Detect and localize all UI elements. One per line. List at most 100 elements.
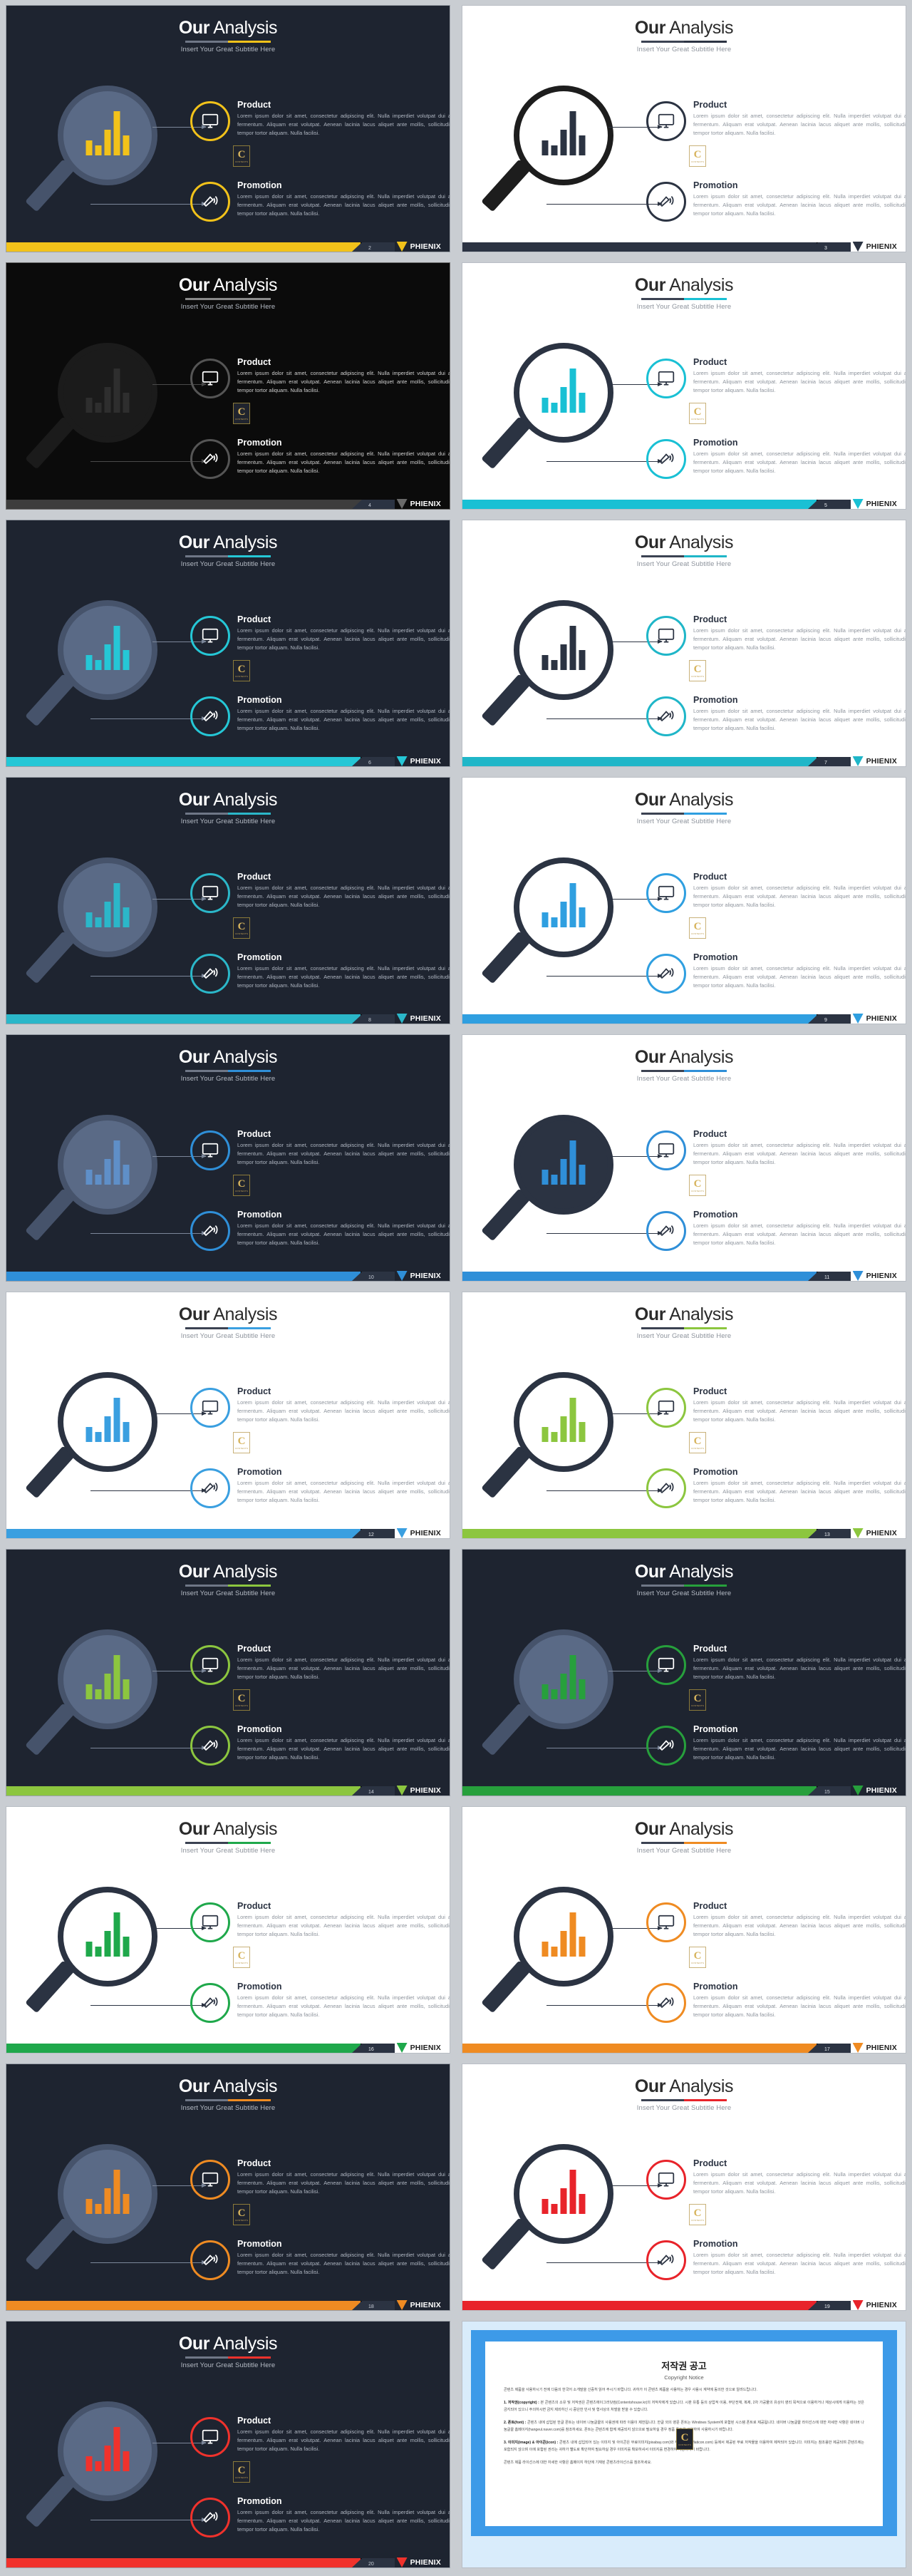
list-item[interactable]: Promotion Lorem ipsum dolor sit amet, co… [190, 2237, 450, 2280]
slide-cell[interactable]: Our Analysis Insert Your Great Subtitle … [0, 1029, 456, 1287]
slide-cell[interactable]: Our Analysis Insert Your Great Subtitle … [0, 2316, 456, 2573]
slide-cell[interactable]: Our Analysis Insert Your Great Subtitle … [456, 772, 912, 1029]
bar [579, 1679, 586, 1699]
list-item[interactable]: Promotion Lorem ipsum dolor sit amet, co… [190, 2495, 450, 2538]
list-item[interactable]: Promotion Lorem ipsum dolor sit amet, co… [646, 2237, 906, 2280]
slide-number: 8 [368, 1018, 371, 1023]
slide-cell[interactable]: Our Analysis Insert Your Great Subtitle … [456, 0, 912, 257]
presentation-slide[interactable]: Our Analysis Insert Your Great Subtitle … [6, 1549, 450, 1796]
flag-icon [396, 756, 408, 766]
contents-watermark: C CONTENTS [233, 2461, 250, 2483]
presentation-slide[interactable]: Our Analysis Insert Your Great Subtitle … [6, 1292, 450, 1539]
presentation-slide[interactable]: Our Analysis Insert Your Great Subtitle … [462, 520, 906, 767]
list-item[interactable]: Product Lorem ipsum dolor sit amet, cons… [190, 613, 450, 656]
list-item[interactable]: Promotion Lorem ipsum dolor sit amet, co… [646, 179, 906, 222]
copyright-slide[interactable]: 저작권 공고 Copyright Notice 콘텐츠 제품을 사용하시기 전에… [462, 2321, 906, 2568]
list-item[interactable]: Promotion Lorem ipsum dolor sit amet, co… [646, 1980, 906, 2023]
slide-header: Our Analysis Insert Your Great Subtitle … [462, 533, 906, 568]
list-item[interactable]: Promotion Lorem ipsum dolor sit amet, co… [646, 694, 906, 736]
list-item[interactable]: Product Lorem ipsum dolor sit amet, cons… [190, 356, 450, 398]
list-item[interactable]: Promotion Lorem ipsum dolor sit amet, co… [190, 1980, 450, 2023]
presentation-slide[interactable]: Our Analysis Insert Your Great Subtitle … [6, 5, 450, 252]
slide-cell[interactable]: Our Analysis Insert Your Great Subtitle … [0, 2059, 456, 2316]
list-item[interactable]: Promotion Lorem ipsum dolor sit amet, co… [190, 1465, 450, 1508]
presentation-slide[interactable]: Our Analysis Insert Your Great Subtitle … [462, 262, 906, 510]
item-heading: Product [693, 357, 727, 367]
list-item[interactable]: Promotion Lorem ipsum dolor sit amet, co… [646, 1465, 906, 1508]
bar [560, 1159, 567, 1185]
presentation-slide[interactable]: Our Analysis Insert Your Great Subtitle … [6, 2321, 450, 2568]
list-item[interactable]: Product Lorem ipsum dolor sit amet, cons… [646, 356, 906, 398]
presentation-slide[interactable]: Our Analysis Insert Your Great Subtitle … [462, 1549, 906, 1796]
list-item[interactable]: Product Lorem ipsum dolor sit amet, cons… [646, 98, 906, 141]
presentation-slide[interactable]: Our Analysis Insert Your Great Subtitle … [462, 1292, 906, 1539]
list-item[interactable]: Promotion Lorem ipsum dolor sit amet, co… [646, 951, 906, 994]
slide-cell[interactable]: Our Analysis Insert Your Great Subtitle … [0, 515, 456, 772]
slide-cell[interactable]: Our Analysis Insert Your Great Subtitle … [456, 1544, 912, 1801]
list-item[interactable]: Promotion Lorem ipsum dolor sit amet, co… [190, 951, 450, 994]
slide-cell[interactable]: Our Analysis Insert Your Great Subtitle … [0, 1801, 456, 2059]
list-item[interactable]: Product Lorem ipsum dolor sit amet, cons… [190, 1900, 450, 1942]
slide-cell[interactable]: Our Analysis Insert Your Great Subtitle … [456, 1029, 912, 1287]
underline-left [641, 298, 684, 301]
list-item[interactable]: Product Lorem ipsum dolor sit amet, cons… [646, 870, 906, 913]
presentation-slide[interactable]: Our Analysis Insert Your Great Subtitle … [462, 1806, 906, 2054]
monitor-icon [190, 2417, 230, 2457]
list-item[interactable]: Promotion Lorem ipsum dolor sit amet, co… [190, 179, 450, 222]
slide-cell[interactable]: Our Analysis Insert Your Great Subtitle … [456, 515, 912, 772]
list-item[interactable]: Promotion Lorem ipsum dolor sit amet, co… [646, 1723, 906, 1766]
item-text: Promotion Lorem ipsum dolor sit amet, co… [237, 436, 450, 479]
list-item[interactable]: Product Lorem ipsum dolor sit amet, cons… [646, 1128, 906, 1170]
slide-cell[interactable]: Our Analysis Insert Your Great Subtitle … [0, 1544, 456, 1801]
list-item[interactable]: Product Lorem ipsum dolor sit amet, cons… [190, 98, 450, 141]
slide-cell[interactable]: Our Analysis Insert Your Great Subtitle … [0, 257, 456, 515]
list-item[interactable]: Product Lorem ipsum dolor sit amet, cons… [646, 1385, 906, 1428]
slide-cell[interactable]: Our Analysis Insert Your Great Subtitle … [456, 1801, 912, 2059]
list-item[interactable]: Product Lorem ipsum dolor sit amet, cons… [646, 1900, 906, 1942]
list-item[interactable]: Product Lorem ipsum dolor sit amet, cons… [190, 1385, 450, 1428]
slide-cell[interactable]: Our Analysis Insert Your Great Subtitle … [0, 772, 456, 1029]
list-item[interactable]: Product Lorem ipsum dolor sit amet, cons… [646, 2157, 906, 2200]
presentation-slide[interactable]: Our Analysis Insert Your Great Subtitle … [6, 1806, 450, 2054]
list-item[interactable]: Product Lorem ipsum dolor sit amet, cons… [646, 1642, 906, 1685]
list-item[interactable]: Promotion Lorem ipsum dolor sit amet, co… [190, 694, 450, 736]
presentation-slide[interactable]: Our Analysis Insert Your Great Subtitle … [6, 2064, 450, 2311]
bar [95, 1947, 102, 1957]
list-item[interactable]: Promotion Lorem ipsum dolor sit amet, co… [646, 436, 906, 479]
list-item[interactable]: Product Lorem ipsum dolor sit amet, cons… [190, 1128, 450, 1170]
slide-cell[interactable]: 저작권 공고 Copyright Notice 콘텐츠 제품을 사용하시기 전에… [456, 2316, 912, 2573]
slide-cell[interactable]: Our Analysis Insert Your Great Subtitle … [456, 257, 912, 515]
list-item[interactable]: Product Lorem ipsum dolor sit amet, cons… [190, 2414, 450, 2457]
presentation-slide[interactable]: Our Analysis Insert Your Great Subtitle … [6, 1034, 450, 1282]
item-heading: Promotion [693, 1467, 738, 1477]
underline-right [228, 2099, 271, 2102]
item-body: Lorem ipsum dolor sit amet, consectetur … [237, 2509, 450, 2533]
item-text: Product Lorem ipsum dolor sit amet, cons… [693, 2157, 906, 2200]
list-item[interactable]: Product Lorem ipsum dolor sit amet, cons… [190, 1642, 450, 1685]
list-item[interactable]: Promotion Lorem ipsum dolor sit amet, co… [190, 1723, 450, 1766]
slide-cell[interactable]: Our Analysis Insert Your Great Subtitle … [0, 1287, 456, 1544]
megaphone-icon [646, 1468, 686, 1508]
slide-cell[interactable]: Our Analysis Insert Your Great Subtitle … [456, 1287, 912, 1544]
list-item[interactable]: Product Lorem ipsum dolor sit amet, cons… [190, 2157, 450, 2200]
item-text: Promotion Lorem ipsum dolor sit amet, co… [237, 2237, 450, 2280]
bar-chart [542, 1398, 586, 1442]
list-item[interactable]: Promotion Lorem ipsum dolor sit amet, co… [190, 1208, 450, 1251]
title-light: Analysis [665, 1562, 734, 1582]
presentation-slide[interactable]: Our Analysis Insert Your Great Subtitle … [6, 777, 450, 1024]
list-item[interactable]: Product Lorem ipsum dolor sit amet, cons… [646, 613, 906, 656]
presentation-slide[interactable]: Our Analysis Insert Your Great Subtitle … [462, 5, 906, 252]
slide-cell[interactable]: Our Analysis Insert Your Great Subtitle … [456, 2059, 912, 2316]
presentation-slide[interactable]: Our Analysis Insert Your Great Subtitle … [462, 777, 906, 1024]
list-item[interactable]: Product Lorem ipsum dolor sit amet, cons… [190, 870, 450, 913]
presentation-slide[interactable]: Our Analysis Insert Your Great Subtitle … [6, 262, 450, 510]
presentation-slide[interactable]: Our Analysis Insert Your Great Subtitle … [462, 2064, 906, 2311]
presentation-slide[interactable]: Our Analysis Insert Your Great Subtitle … [6, 520, 450, 767]
watermark-letter: C [693, 663, 702, 675]
list-item[interactable]: Promotion Lorem ipsum dolor sit amet, co… [646, 1208, 906, 1251]
underline-right [228, 1842, 271, 1845]
presentation-slide[interactable]: Our Analysis Insert Your Great Subtitle … [462, 1034, 906, 1282]
list-item[interactable]: Promotion Lorem ipsum dolor sit amet, co… [190, 436, 450, 479]
title-bold: Our [178, 18, 210, 38]
slide-cell[interactable]: Our Analysis Insert Your Great Subtitle … [0, 0, 456, 257]
